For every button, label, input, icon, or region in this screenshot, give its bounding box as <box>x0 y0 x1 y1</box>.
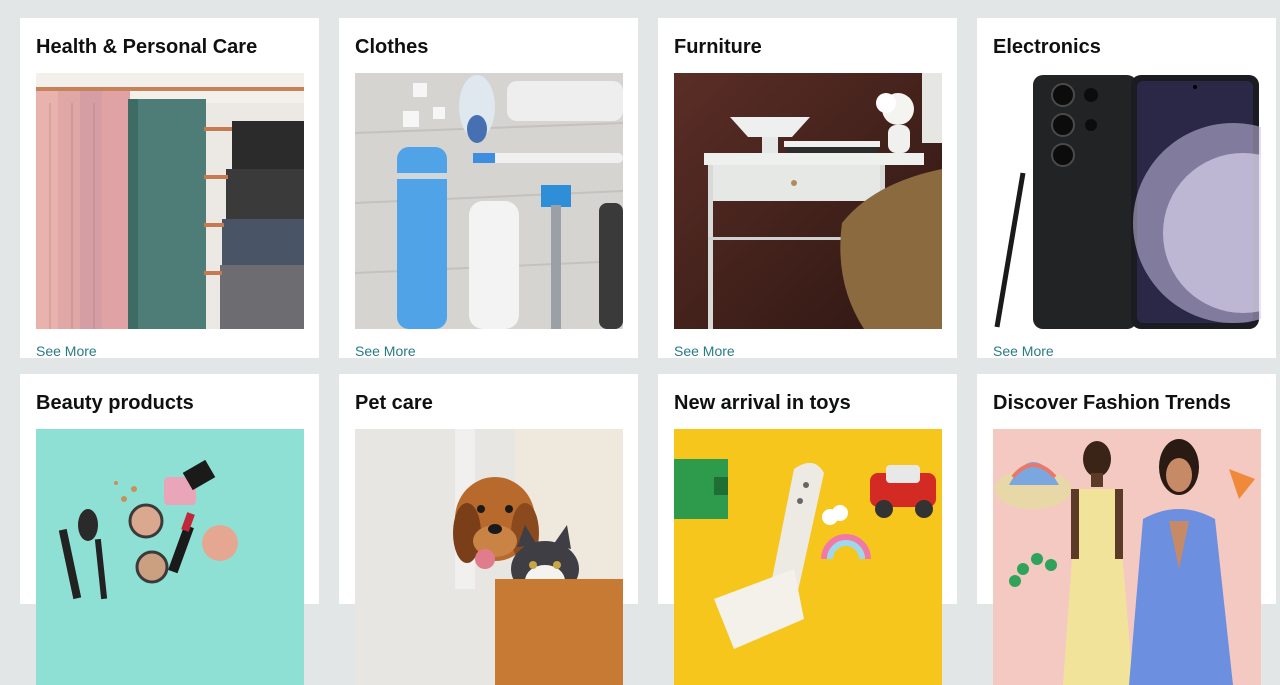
see-more-link[interactable]: See More <box>355 343 416 359</box>
see-more-link[interactable]: See More <box>993 343 1054 359</box>
toys-image[interactable] <box>674 429 942 685</box>
toiletries-image[interactable] <box>355 73 623 329</box>
fashion-models-image[interactable] <box>993 429 1261 685</box>
card-title[interactable]: Health & Personal Care <box>36 36 257 59</box>
category-card-pet-care[interactable]: Pet care <box>339 374 638 685</box>
card-title[interactable]: Beauty products <box>36 392 194 415</box>
category-card-toys[interactable]: New arrival in toys <box>658 374 957 685</box>
towels-on-rack-image[interactable] <box>36 73 304 329</box>
card-title[interactable]: Clothes <box>355 36 428 59</box>
category-card-beauty[interactable]: Beauty products <box>20 374 319 685</box>
category-card-clothes[interactable]: Clothes See More <box>339 18 638 359</box>
category-card-health[interactable]: Health & Personal Care See More <box>20 18 319 359</box>
card-title[interactable]: Electronics <box>993 36 1101 59</box>
see-more-link[interactable]: See More <box>674 343 735 359</box>
category-card-electronics[interactable]: Electronics See More <box>977 18 1276 359</box>
category-card-fashion[interactable]: Discover Fashion Trends <box>977 374 1276 685</box>
smartphone-image[interactable] <box>993 73 1261 329</box>
card-title[interactable]: Pet care <box>355 392 433 415</box>
makeup-image[interactable] <box>36 429 304 685</box>
dog-and-cat-image[interactable] <box>355 429 623 685</box>
card-title[interactable]: Discover Fashion Trends <box>993 392 1231 415</box>
card-title[interactable]: Furniture <box>674 36 762 59</box>
card-title[interactable]: New arrival in toys <box>674 392 851 415</box>
category-card-furniture[interactable]: Furniture See More <box>658 18 957 359</box>
see-more-link[interactable]: See More <box>36 343 97 359</box>
desk-chair-image[interactable] <box>674 73 942 329</box>
